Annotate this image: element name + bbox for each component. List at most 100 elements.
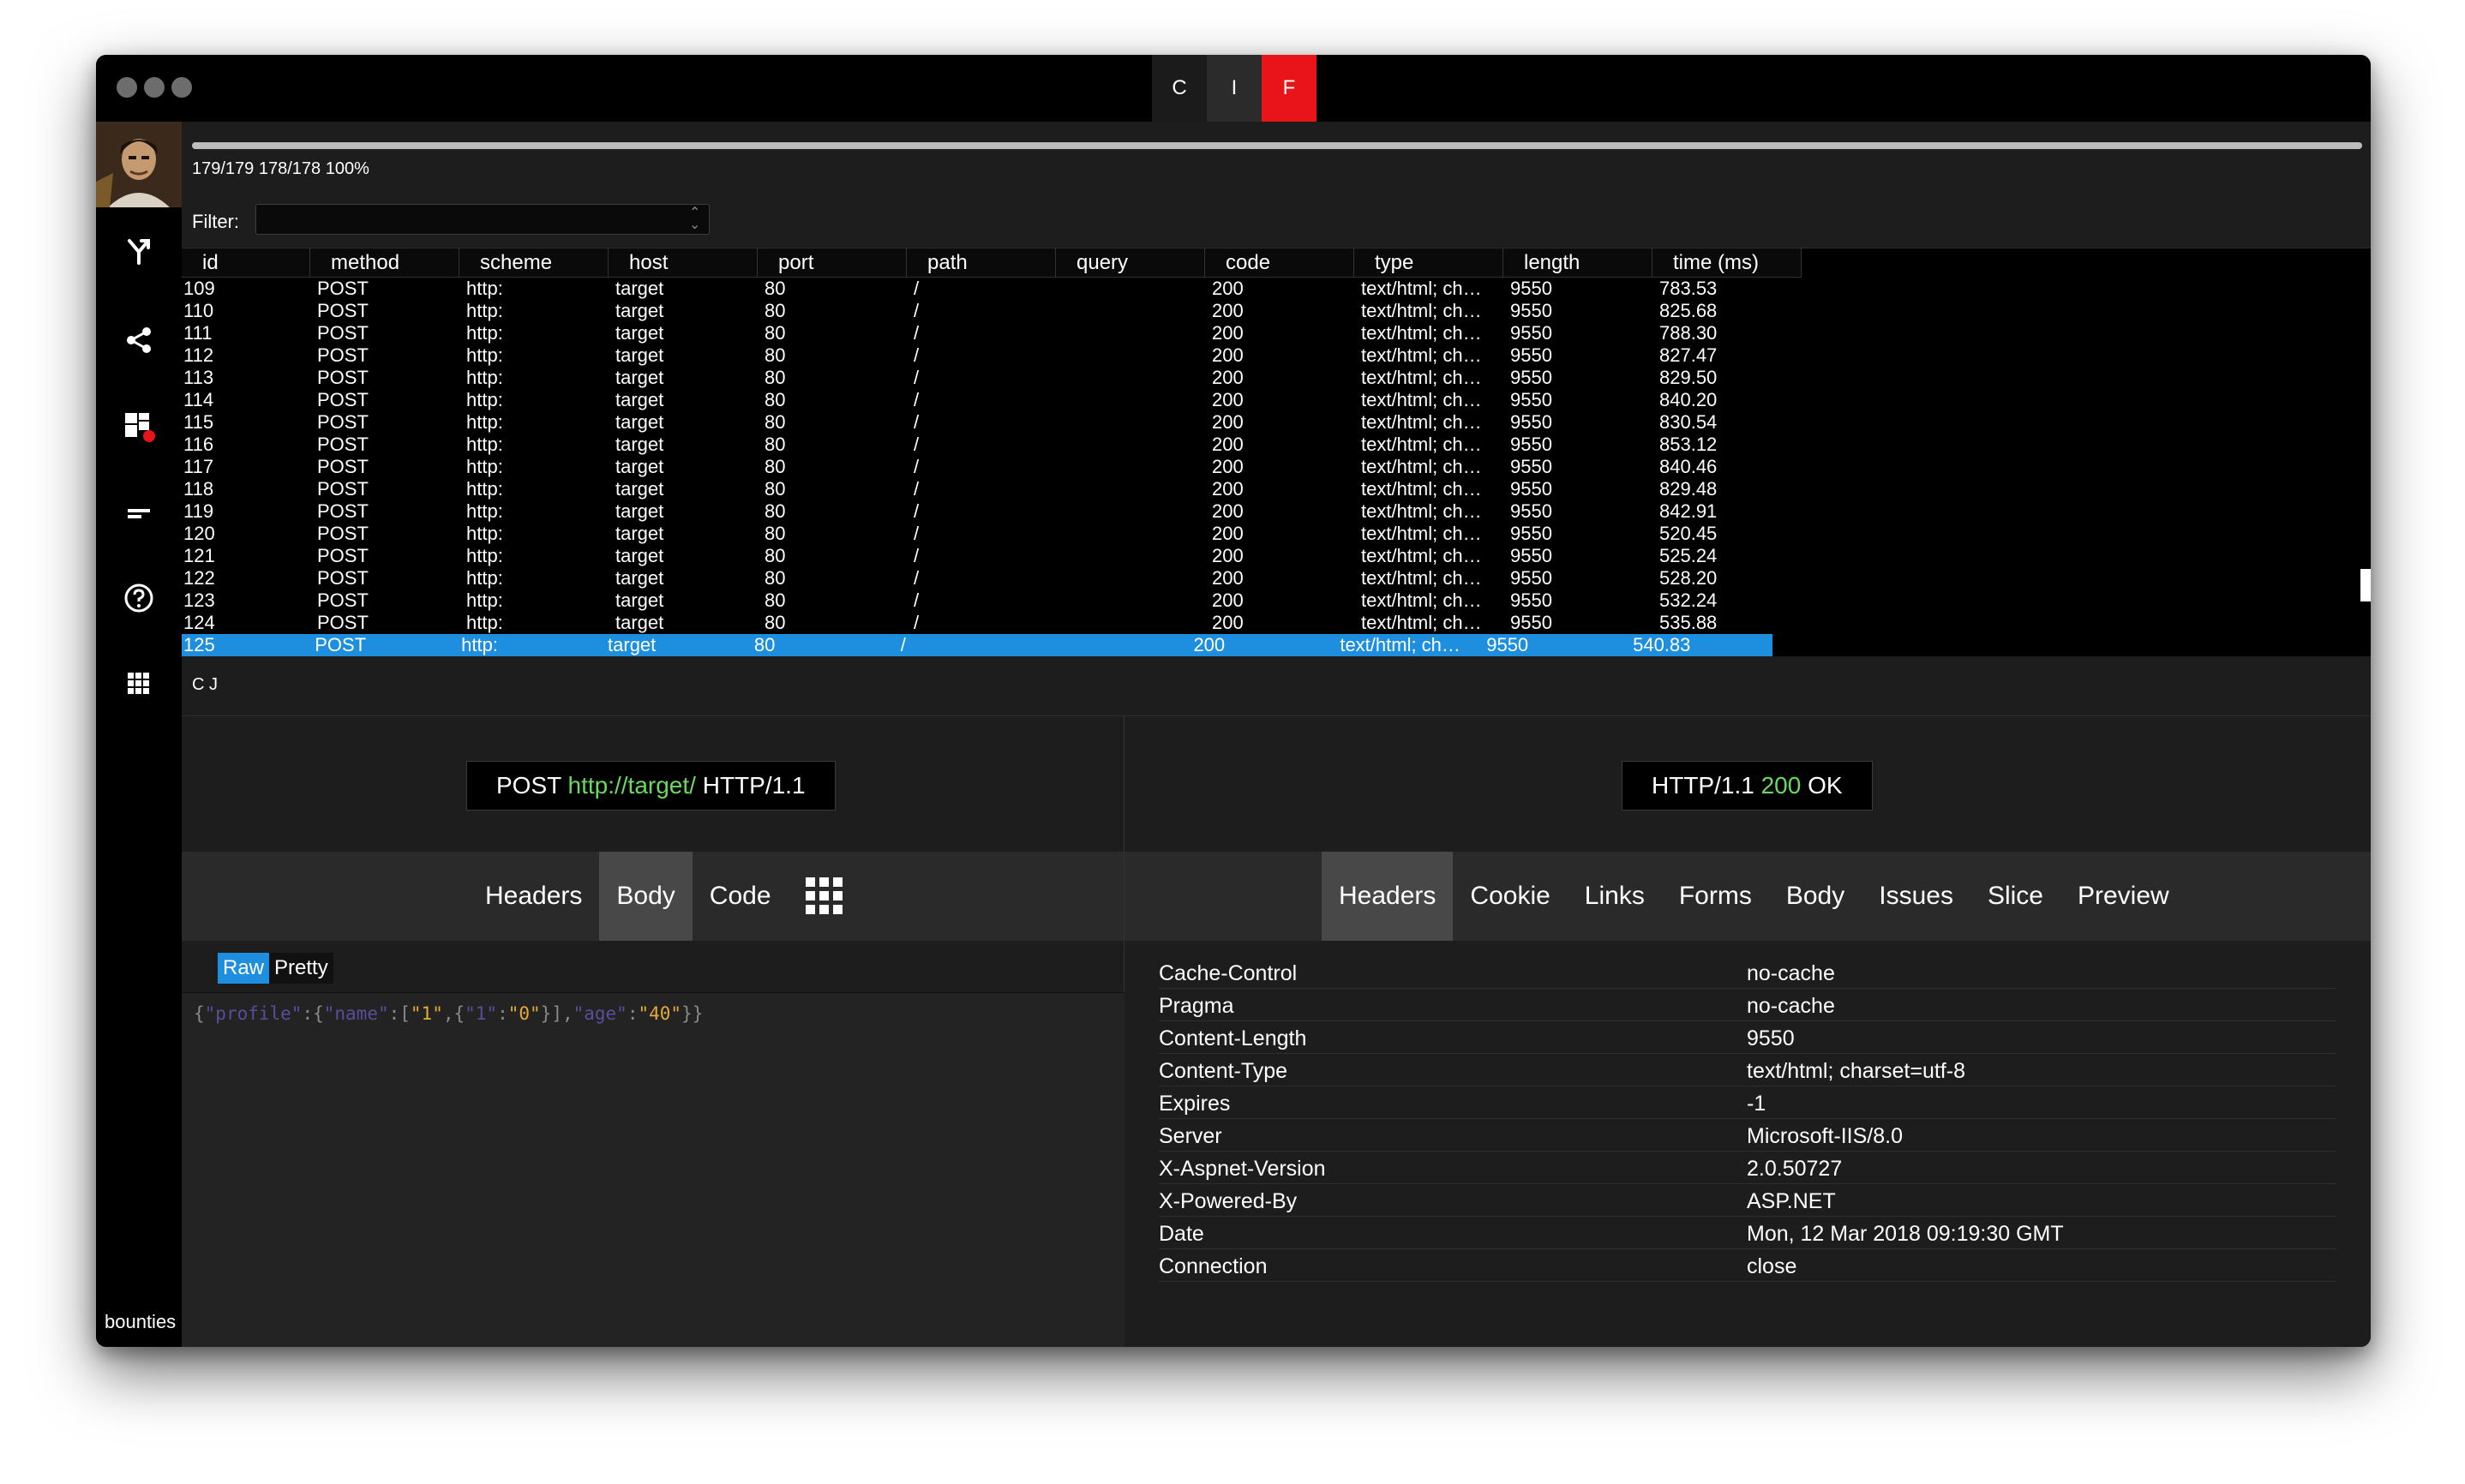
code-editor[interactable]: {"profile":{"name":["1",{"1":"0"}],"age"… xyxy=(182,992,1125,1347)
table-cell xyxy=(1056,411,1205,434)
tab-response-links[interactable]: Links xyxy=(1568,852,1662,941)
column-header[interactable]: type xyxy=(1354,248,1503,278)
title-tab-i[interactable]: I xyxy=(1207,55,1262,122)
column-header[interactable]: path xyxy=(907,248,1056,278)
table-row[interactable]: 119 POST http: target 80 / 200 text/html; ch… 95… xyxy=(182,500,1802,523)
table-row[interactable]: 123 POST http: target 80 / 200 text/html; ch… 95… xyxy=(182,589,1802,612)
table-row[interactable]: 122 POST http: target 80 / 200 text/html; ch… 95… xyxy=(182,567,1802,589)
table-cell: POST xyxy=(317,322,369,344)
json-token: "40" xyxy=(638,1003,682,1024)
table-cell: 200 xyxy=(1212,500,1244,522)
tab-response-headers[interactable]: Headers xyxy=(1322,852,1454,941)
filter-stepper-icon[interactable]: ⌃ ⌄ xyxy=(689,206,700,232)
header-row: Date Mon, 12 Mar 2018 09:19:30 GMT xyxy=(1159,1217,2336,1249)
mode-button-c[interactable]: C xyxy=(192,675,204,695)
table-scrollbar[interactable] xyxy=(2360,569,2371,601)
header-value: no-cache xyxy=(1747,994,1835,1018)
column-header[interactable]: length xyxy=(1503,248,1652,278)
title-tab-c[interactable]: C xyxy=(1152,55,1207,122)
table-row[interactable]: 111 POST http: target 80 / 200 text/html; ch… 95… xyxy=(182,322,1802,344)
minimize-window-button[interactable] xyxy=(144,77,165,98)
table-row[interactable]: 113 POST http: target 80 / 200 text/html; ch… 95… xyxy=(182,367,1802,389)
tab-response-cookie[interactable]: Cookie xyxy=(1453,852,1567,941)
mode-button-j[interactable]: J xyxy=(209,675,218,695)
table-row[interactable]: 114 POST http: target 80 / 200 text/html; ch… 95… xyxy=(182,389,1802,411)
table-cell: target xyxy=(615,389,664,410)
tab-response-preview[interactable]: Preview xyxy=(2060,852,2186,941)
table-cell: 528.20 xyxy=(1659,567,1718,589)
apps-grid-icon[interactable] xyxy=(122,667,156,701)
request-url[interactable]: http://target/ xyxy=(568,772,696,799)
column-header[interactable]: code xyxy=(1205,248,1354,278)
table-cell: text/html; ch… xyxy=(1361,589,1482,611)
table-row[interactable]: 120 POST http: target 80 / 200 text/html; ch… 95… xyxy=(182,523,1802,545)
header-name: Cache-Control xyxy=(1159,961,1298,985)
table-cell: http: xyxy=(466,589,503,611)
help-icon[interactable] xyxy=(122,581,156,615)
progress-bar xyxy=(192,142,2362,149)
table-row[interactable]: 124 POST http: target 80 / 200 text/html; ch… 95… xyxy=(182,612,1802,634)
table-row[interactable]: 125 POST http: target 80 / 200 text/html; ch… 95… xyxy=(182,634,1772,656)
column-header[interactable]: port xyxy=(758,248,907,278)
table-row[interactable]: 115 POST http: target 80 / 200 text/html; ch… 95… xyxy=(182,411,1802,434)
column-header[interactable]: id xyxy=(182,248,310,278)
table-cell: target xyxy=(615,612,664,633)
fork-icon[interactable] xyxy=(122,235,156,269)
response-headers-pane: Cache-Control no-cache Pragma no-cache Conte… xyxy=(1125,941,2371,1347)
table-cell: text/html; ch… xyxy=(1361,523,1482,544)
table-cell: 9550 xyxy=(1510,300,1552,321)
dashboard-icon[interactable] xyxy=(122,410,156,444)
zoom-window-button[interactable] xyxy=(171,77,192,98)
column-header[interactable]: query xyxy=(1056,248,1205,278)
table-row[interactable]: 118 POST http: target 80 / 200 text/html; ch… 95… xyxy=(182,478,1802,500)
table-row[interactable]: 121 POST http: target 80 / 200 text/html; ch… 95… xyxy=(182,545,1802,567)
table-cell: 80 xyxy=(765,589,786,611)
column-header[interactable]: time (ms) xyxy=(1652,248,1802,278)
table-cell: 200 xyxy=(1212,367,1244,388)
close-window-button[interactable] xyxy=(117,77,137,98)
table-cell: 9550 xyxy=(1510,278,1552,299)
header-row: Expires -1 xyxy=(1159,1086,2336,1119)
table-cell xyxy=(1056,434,1205,456)
grid-icon xyxy=(805,877,843,915)
avatar[interactable] xyxy=(96,122,182,207)
table-cell xyxy=(1056,545,1205,567)
table-cell: 111 xyxy=(183,322,213,344)
table-cell: 200 xyxy=(1212,567,1244,589)
table-row[interactable]: 112 POST http: target 80 / 200 text/html; ch… 95… xyxy=(182,344,1802,367)
header-value: -1 xyxy=(1747,1092,1766,1116)
tab-response-issues[interactable]: Issues xyxy=(1862,852,1970,941)
table-row[interactable]: 109 POST http: target 80 / 200 text/html; ch… 95… xyxy=(182,278,1802,300)
pretty-button[interactable]: Pretty xyxy=(269,953,333,984)
tab-request-code[interactable]: Code xyxy=(693,852,789,941)
table-row[interactable]: 116 POST http: target 80 / 200 text/html; ch… 95… xyxy=(182,434,1802,456)
tab-request-more[interactable] xyxy=(789,852,861,941)
tab-response-forms[interactable]: Forms xyxy=(1662,852,1769,941)
table-cell: POST xyxy=(317,612,369,633)
tab-request-headers[interactable]: Headers xyxy=(468,852,599,941)
tab-request-body[interactable]: Body xyxy=(599,852,693,941)
column-header[interactable]: method xyxy=(310,248,459,278)
table-row[interactable]: 117 POST http: target 80 / 200 text/html; ch… 95… xyxy=(182,456,1802,478)
header-row: X-Powered-By ASP.NET xyxy=(1159,1184,2336,1217)
column-header[interactable]: host xyxy=(609,248,758,278)
table-row[interactable]: 110 POST http: target 80 / 200 text/html; ch… 95… xyxy=(182,300,1802,322)
filter-input[interactable] xyxy=(255,204,710,235)
share-icon[interactable] xyxy=(122,323,156,357)
table-cell: text/html; ch… xyxy=(1361,411,1482,433)
raw-button[interactable]: Raw xyxy=(218,953,270,984)
menu-icon[interactable] xyxy=(122,495,156,530)
table-cell: target xyxy=(615,523,664,544)
tab-response-slice[interactable]: Slice xyxy=(1970,852,2060,941)
table-cell: 829.50 xyxy=(1659,367,1718,388)
column-header[interactable]: scheme xyxy=(459,248,609,278)
title-tab-f[interactable]: F xyxy=(1262,55,1316,122)
table-cell: / xyxy=(914,589,920,611)
table-cell: / xyxy=(914,523,920,544)
table-header: id method scheme host port path query code type l… xyxy=(182,248,1802,278)
table-cell: 80 xyxy=(765,478,786,500)
table-cell: text/html; ch… xyxy=(1361,344,1482,366)
tab-response-body[interactable]: Body xyxy=(1769,852,1862,941)
notification-badge xyxy=(143,430,155,442)
table-cell: http: xyxy=(466,300,503,321)
